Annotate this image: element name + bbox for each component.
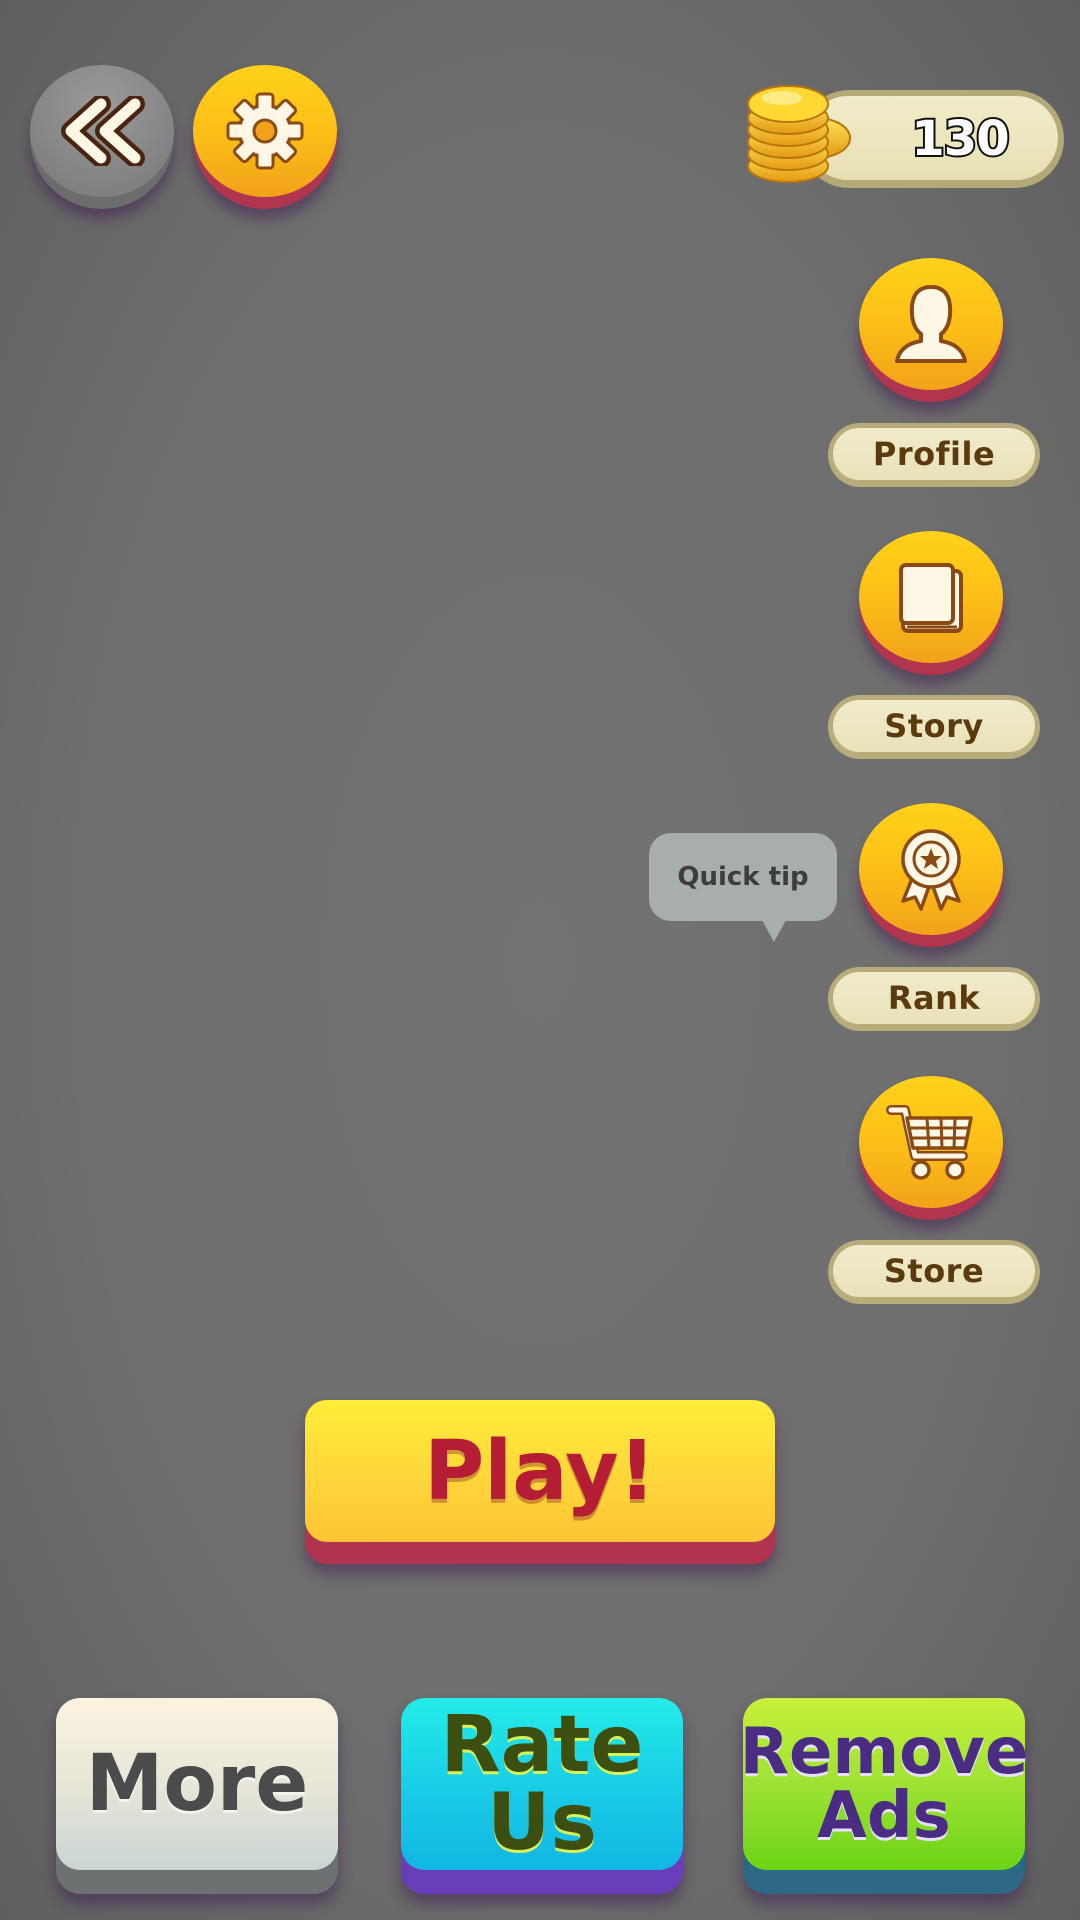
store-label[interactable]: Store <box>828 1240 1040 1304</box>
settings-button[interactable] <box>193 65 337 209</box>
rank-label[interactable]: Rank <box>828 967 1040 1031</box>
coin-stack-icon <box>747 85 851 183</box>
quick-tip-bubble: Quick tip <box>649 833 837 921</box>
back-button[interactable] <box>30 65 174 209</box>
coin-count: 130 <box>909 109 1011 169</box>
play-button-label: Play! <box>305 1400 775 1542</box>
profile-button[interactable] <box>859 258 1003 402</box>
remove-ads-label-line2: Ads <box>817 1779 951 1853</box>
more-button-label: More <box>56 1698 338 1870</box>
shopping-cart-icon <box>886 1105 973 1180</box>
rate-us-button[interactable]: Rate Us <box>401 1698 683 1894</box>
story-button[interactable] <box>859 531 1003 675</box>
remove-ads-button[interactable]: Remove Ads <box>739 1698 1029 1894</box>
book-icon <box>899 563 963 633</box>
store-button[interactable] <box>859 1076 1003 1220</box>
rank-button[interactable] <box>859 803 1003 947</box>
play-button[interactable]: Play! <box>305 1400 775 1564</box>
person-icon <box>895 285 967 363</box>
tooltip-tail <box>762 920 786 942</box>
double-chevron-left-icon <box>61 96 145 166</box>
remove-ads-label-line1: Remove <box>739 1715 1029 1789</box>
more-button[interactable]: More <box>56 1698 338 1894</box>
story-label[interactable]: Story <box>828 695 1040 759</box>
profile-label[interactable]: Profile <box>828 423 1040 487</box>
rate-us-button-label: Rate Us <box>401 1698 683 1870</box>
award-ribbon-icon <box>901 829 961 911</box>
gear-icon <box>226 92 304 170</box>
